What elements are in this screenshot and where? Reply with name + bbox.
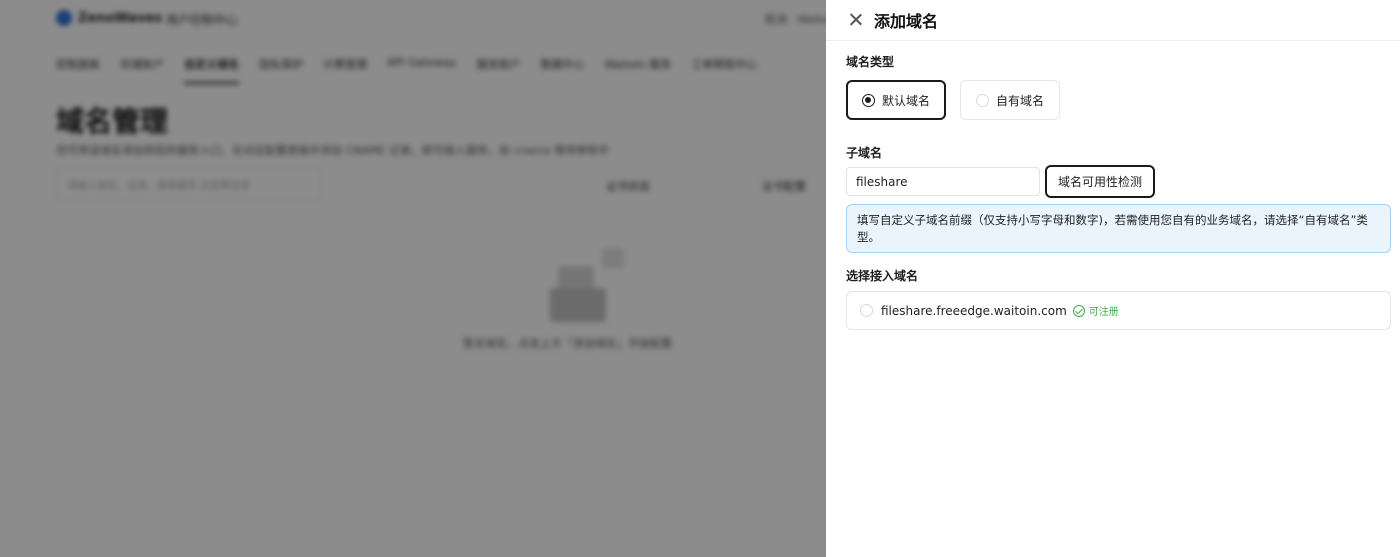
subdomain-label: 子域名 bbox=[846, 146, 883, 160]
option-own-domain[interactable]: 自有域名 bbox=[960, 80, 1060, 120]
radio-unchecked-icon bbox=[976, 93, 989, 107]
close-icon[interactable] bbox=[848, 12, 864, 28]
option-default-domain[interactable]: 默认域名 bbox=[846, 80, 946, 120]
select-domain-label: 选择接入域名 bbox=[846, 269, 919, 283]
check-circle-icon bbox=[1072, 304, 1085, 317]
add-domain-drawer: 添加域名 域名类型 默认域名 自有域名 子域名 域名可用性检测 填写自定义子域名… bbox=[826, 0, 1400, 557]
check-availability-button[interactable]: 域名可用性检测 bbox=[1045, 165, 1155, 198]
modal-overlay[interactable] bbox=[0, 0, 826, 557]
option-label: 默认域名 bbox=[882, 93, 931, 108]
drawer-header: 添加域名 bbox=[826, 0, 1400, 41]
info-alert: 填写自定义子域名前缀（仅支持小写字母和数字)，若需使用您自有的业务域名，请选择“… bbox=[846, 204, 1391, 253]
available-badge: 可注册 bbox=[1088, 307, 1119, 318]
domain-option-text: fileshare.freeedge.waitoin.com bbox=[881, 303, 1067, 318]
domain-type-label: 域名类型 bbox=[846, 55, 895, 69]
domain-option-row[interactable]: fileshare.freeedge.waitoin.com 可注册 bbox=[846, 291, 1391, 330]
info-text: 填写自定义子域名前缀（仅支持小写字母和数字)，若需使用您自有的业务域名，请选择“… bbox=[857, 213, 1368, 244]
subdomain-input[interactable] bbox=[846, 167, 1040, 196]
radio-unchecked-icon bbox=[860, 304, 873, 317]
option-label: 自有域名 bbox=[996, 93, 1045, 108]
radio-checked-icon bbox=[862, 93, 875, 107]
drawer-title: 添加域名 bbox=[874, 12, 939, 31]
